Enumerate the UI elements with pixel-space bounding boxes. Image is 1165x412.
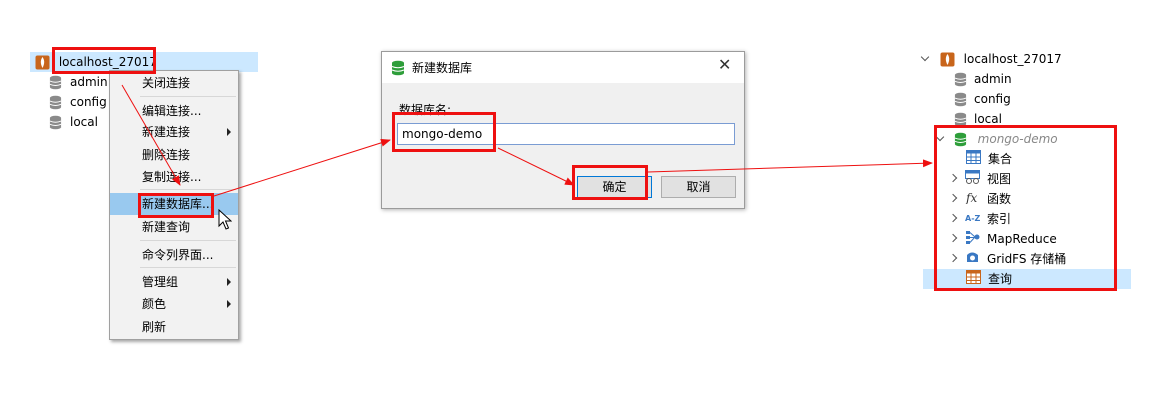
arrow-to-new-db (647, 159, 933, 173)
annotation-arrows (121, 84, 933, 197)
arrow-to-ok-button (497, 147, 575, 186)
arrow-to-menu-item (121, 84, 181, 186)
arrow-to-db-name (213, 138, 391, 197)
